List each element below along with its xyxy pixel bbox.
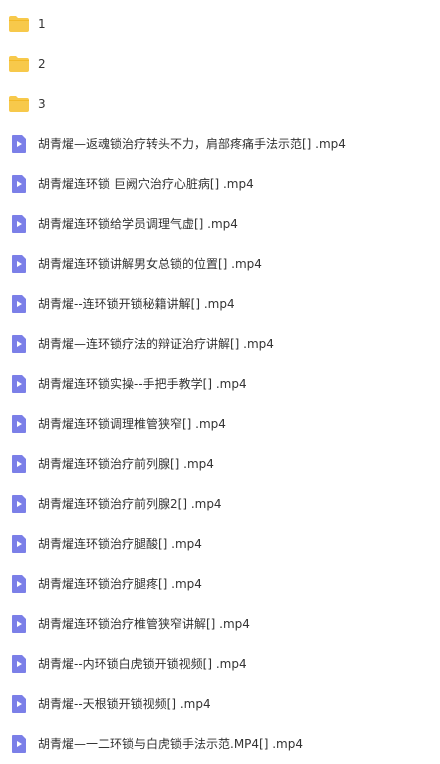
- video-file-icon: [8, 653, 30, 675]
- file-name: 胡青燿连环锁治疗椎管狭窄讲解[] .mp4: [38, 617, 250, 631]
- file-name: 胡青燿连环锁 巨阙穴治疗心脏病[] .mp4: [38, 177, 254, 191]
- file-row[interactable]: 胡青燿连环锁给学员调理气虚[] .mp4: [0, 204, 440, 244]
- file-row[interactable]: 胡青燿连环锁实操--手把手教学[] .mp4: [0, 364, 440, 404]
- video-file-icon: [8, 333, 30, 355]
- file-name: 胡青燿--内环锁白虎锁开锁视频[] .mp4: [38, 657, 247, 671]
- file-name: 胡青燿连环锁治疗腿酸[] .mp4: [38, 537, 202, 551]
- file-name: 胡青燿—连环锁疗法的辩证治疗讲解[] .mp4: [38, 337, 274, 351]
- folder-icon: [8, 93, 30, 115]
- file-name: 胡青燿连环锁治疗前列腺[] .mp4: [38, 457, 214, 471]
- video-file-icon: [8, 293, 30, 315]
- file-name: 胡青燿连环锁治疗前列腺2[] .mp4: [38, 497, 222, 511]
- file-row[interactable]: 胡青燿连环锁治疗椎管狭窄讲解[] .mp4: [0, 604, 440, 644]
- file-name: 胡青燿--连环锁开锁秘籍讲解[] .mp4: [38, 297, 235, 311]
- file-row[interactable]: 胡青燿--天根锁开锁视频[] .mp4: [0, 684, 440, 724]
- video-file-icon: [8, 133, 30, 155]
- file-row[interactable]: 胡青燿--内环锁白虎锁开锁视频[] .mp4: [0, 644, 440, 684]
- file-row[interactable]: 胡青燿连环锁治疗前列腺2[] .mp4: [0, 484, 440, 524]
- video-file-icon: [8, 573, 30, 595]
- file-row[interactable]: 胡青燿—一二环锁与白虎锁手法示范.MP4[] .mp4: [0, 724, 440, 764]
- video-file-icon: [8, 253, 30, 275]
- video-file-icon: [8, 493, 30, 515]
- video-file-icon: [8, 213, 30, 235]
- video-file-icon: [8, 613, 30, 635]
- video-file-icon: [8, 373, 30, 395]
- video-file-icon: [8, 173, 30, 195]
- video-file-icon: [8, 533, 30, 555]
- file-row[interactable]: 胡青燿连环锁治疗前列腺[] .mp4: [0, 444, 440, 484]
- video-file-icon: [8, 733, 30, 755]
- folder-name: 1: [38, 17, 46, 31]
- file-name: 胡青燿连环锁实操--手把手教学[] .mp4: [38, 377, 247, 391]
- file-name: 胡青燿—一二环锁与白虎锁手法示范.MP4[] .mp4: [38, 737, 303, 751]
- file-row[interactable]: 胡青燿连环锁治疗腿疼[] .mp4: [0, 564, 440, 604]
- file-name: 胡青燿—返魂锁治疗转头不力，肩部疼痛手法示范[] .mp4: [38, 137, 346, 151]
- folder-name: 3: [38, 97, 46, 111]
- folder-name: 2: [38, 57, 46, 71]
- file-name: 胡青燿连环锁调理椎管狭窄[] .mp4: [38, 417, 226, 431]
- file-name: 胡青燿连环锁讲解男女总锁的位置[] .mp4: [38, 257, 262, 271]
- file-row[interactable]: 胡青燿连环锁调理椎管狭窄[] .mp4: [0, 404, 440, 444]
- file-row[interactable]: 胡青燿—连环锁疗法的辩证治疗讲解[] .mp4: [0, 324, 440, 364]
- file-row[interactable]: 胡青燿--连环锁开锁秘籍讲解[] .mp4: [0, 284, 440, 324]
- file-name: 胡青燿--天根锁开锁视频[] .mp4: [38, 697, 211, 711]
- file-row[interactable]: 胡青燿连环锁讲解男女总锁的位置[] .mp4: [0, 244, 440, 284]
- file-name: 胡青燿连环锁给学员调理气虚[] .mp4: [38, 217, 238, 231]
- file-row[interactable]: 胡青燿—返魂锁治疗转头不力，肩部疼痛手法示范[] .mp4: [0, 124, 440, 164]
- folder-row-3[interactable]: 3: [0, 84, 440, 124]
- video-file-icon: [8, 693, 30, 715]
- folder-row-1[interactable]: 1: [0, 4, 440, 44]
- video-file-icon: [8, 453, 30, 475]
- file-name: 胡青燿连环锁治疗腿疼[] .mp4: [38, 577, 202, 591]
- video-file-icon: [8, 413, 30, 435]
- folder-row-2[interactable]: 2: [0, 44, 440, 84]
- file-row[interactable]: 胡青燿连环锁治疗腿酸[] .mp4: [0, 524, 440, 564]
- file-row[interactable]: 胡青燿连环锁 巨阙穴治疗心脏病[] .mp4: [0, 164, 440, 204]
- folder-icon: [8, 13, 30, 35]
- file-list: 1 2 3 胡青燿—返魂锁治疗转头不力，肩部疼痛手法示范[] .mp4 胡青燿连…: [0, 0, 440, 760]
- folder-icon: [8, 53, 30, 75]
